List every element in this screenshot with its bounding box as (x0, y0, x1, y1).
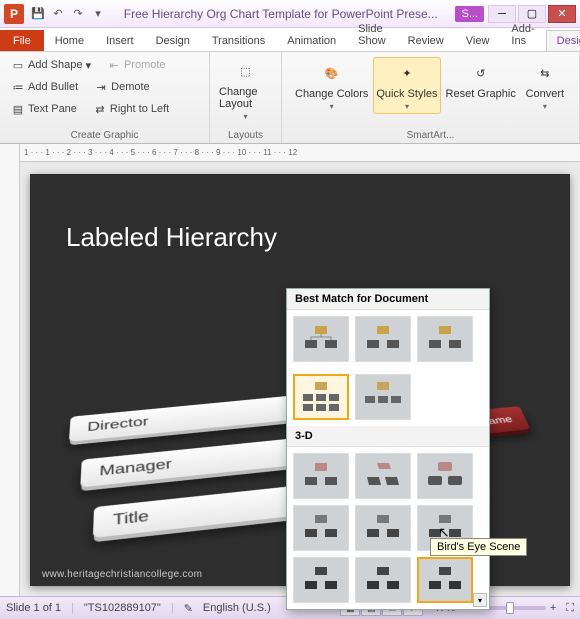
group-label: SmartArt... (288, 130, 573, 141)
rtl-icon: ⇄ (93, 102, 107, 116)
style-thumb[interactable] (417, 453, 473, 499)
window-title: Free Hierarchy Org Chart Template for Po… (106, 7, 455, 21)
titlebar: P 💾 ↶ ↷ ▾ Free Hierarchy Org Chart Templ… (0, 0, 580, 28)
colors-icon: 🎨 (317, 60, 347, 86)
tab-review[interactable]: Review (397, 30, 455, 51)
vertical-ruler (0, 144, 20, 596)
gallery-section-header: Best Match for Document (287, 289, 489, 310)
tab-view[interactable]: View (455, 30, 501, 51)
text-pane-icon: ▤ (11, 102, 25, 116)
style-thumb[interactable] (355, 557, 411, 603)
redo-icon[interactable]: ↷ (70, 6, 86, 22)
slide-title-text[interactable]: Labeled Hierarchy (66, 222, 277, 253)
group-label: Create Graphic (6, 130, 203, 141)
zoom-handle[interactable] (506, 602, 514, 614)
tab-transitions[interactable]: Transitions (201, 30, 276, 51)
convert-icon: ⇆ (530, 60, 560, 86)
convert-button[interactable]: ⇆Convert▾ (521, 57, 569, 114)
tab-home[interactable]: Home (44, 30, 95, 51)
zoom-in-button[interactable]: + (550, 602, 556, 614)
add-shape-icon: ▭ (11, 58, 25, 72)
ribbon: ▭Add Shape ▾ ⇤Promote ≔Add Bullet ⇥Demot… (0, 52, 580, 144)
change-colors-button[interactable]: 🎨Change Colors▾ (292, 57, 371, 114)
demote-button[interactable]: ⇥Demote (89, 77, 155, 97)
style-thumb[interactable] (355, 505, 411, 551)
style-thumb[interactable] (293, 316, 349, 362)
style-thumb-selected[interactable] (293, 374, 349, 420)
tooltip: Bird's Eye Scene (430, 538, 527, 556)
user-badge[interactable]: S... (455, 6, 484, 22)
quick-access-toolbar: 💾 ↶ ↷ ▾ (30, 6, 106, 22)
ribbon-tabs: File Home Insert Design Transitions Anim… (0, 28, 580, 52)
demote-icon: ⇥ (94, 80, 108, 94)
quick-styles-icon: ✦ (392, 60, 422, 86)
layout-icon: ⬚ (231, 58, 261, 84)
group-label: Layouts (228, 130, 263, 141)
style-thumb[interactable] (293, 557, 349, 603)
tab-animation[interactable]: Animation (276, 30, 347, 51)
add-bullet-button[interactable]: ≔Add Bullet (6, 77, 83, 97)
undo-icon[interactable]: ↶ (50, 6, 66, 22)
style-thumb-hover[interactable] (417, 557, 473, 603)
tab-file[interactable]: File (0, 30, 44, 51)
slide-indicator: Slide 1 of 1 (6, 602, 61, 614)
bullet-icon: ≔ (11, 80, 25, 94)
quick-styles-button[interactable]: ✦Quick Styles▾ (373, 57, 440, 114)
promote-icon: ⇤ (107, 58, 121, 72)
tab-addins[interactable]: Add-Ins (500, 18, 545, 51)
horizontal-ruler: 1 · · · 1 · · · 2 · · · 3 · · · 4 · · · … (20, 144, 580, 162)
add-shape-button[interactable]: ▭Add Shape ▾ (6, 55, 96, 75)
quick-styles-gallery: Best Match for Document 3-D ▾ (286, 288, 490, 610)
app-icon: P (4, 4, 24, 24)
save-icon[interactable]: 💾 (30, 6, 46, 22)
promote-button[interactable]: ⇤Promote (102, 55, 171, 75)
style-thumb[interactable] (355, 453, 411, 499)
fit-to-window-button[interactable]: ⛶ (566, 602, 574, 615)
style-thumb[interactable] (355, 316, 411, 362)
reset-icon: ↺ (466, 60, 496, 86)
watermark: www.heritagechristiancollege.com (42, 569, 202, 580)
style-thumb[interactable] (355, 374, 411, 420)
change-layout-button[interactable]: ⬚ Change Layout▾ (216, 55, 275, 124)
gallery-scroll-down-icon[interactable]: ▾ (473, 593, 487, 607)
tab-design[interactable]: Design (145, 30, 201, 51)
group-layouts: ⬚ Change Layout▾ Layouts (210, 52, 282, 143)
tab-slideshow[interactable]: Slide Show (347, 18, 397, 51)
language-indicator[interactable]: English (U.S.) (203, 602, 271, 614)
text-pane-button[interactable]: ▤Text Pane (6, 99, 82, 119)
rtl-button[interactable]: ⇄Right to Left (88, 99, 174, 119)
group-create-graphic: ▭Add Shape ▾ ⇤Promote ≔Add Bullet ⇥Demot… (0, 52, 210, 143)
style-thumb[interactable] (417, 316, 473, 362)
gallery-section-header: 3-D (287, 426, 489, 447)
qat-more-icon[interactable]: ▾ (90, 6, 106, 22)
reset-graphic-button[interactable]: ↺Reset Graphic (443, 57, 519, 114)
workspace: 1 · · · 1 · · · 2 · · · 3 · · · 4 · · · … (0, 144, 580, 596)
close-button[interactable]: ✕ (548, 5, 576, 23)
spellcheck-icon[interactable]: ✎ (184, 602, 193, 615)
tab-smartart-design[interactable]: Design (546, 30, 580, 51)
tab-insert[interactable]: Insert (95, 30, 145, 51)
style-thumb[interactable] (293, 505, 349, 551)
theme-name: "TS102889107" (84, 602, 161, 614)
style-thumb[interactable] (293, 453, 349, 499)
group-smartart-styles: 🎨Change Colors▾ ✦Quick Styles▾ ↺Reset Gr… (282, 52, 580, 143)
